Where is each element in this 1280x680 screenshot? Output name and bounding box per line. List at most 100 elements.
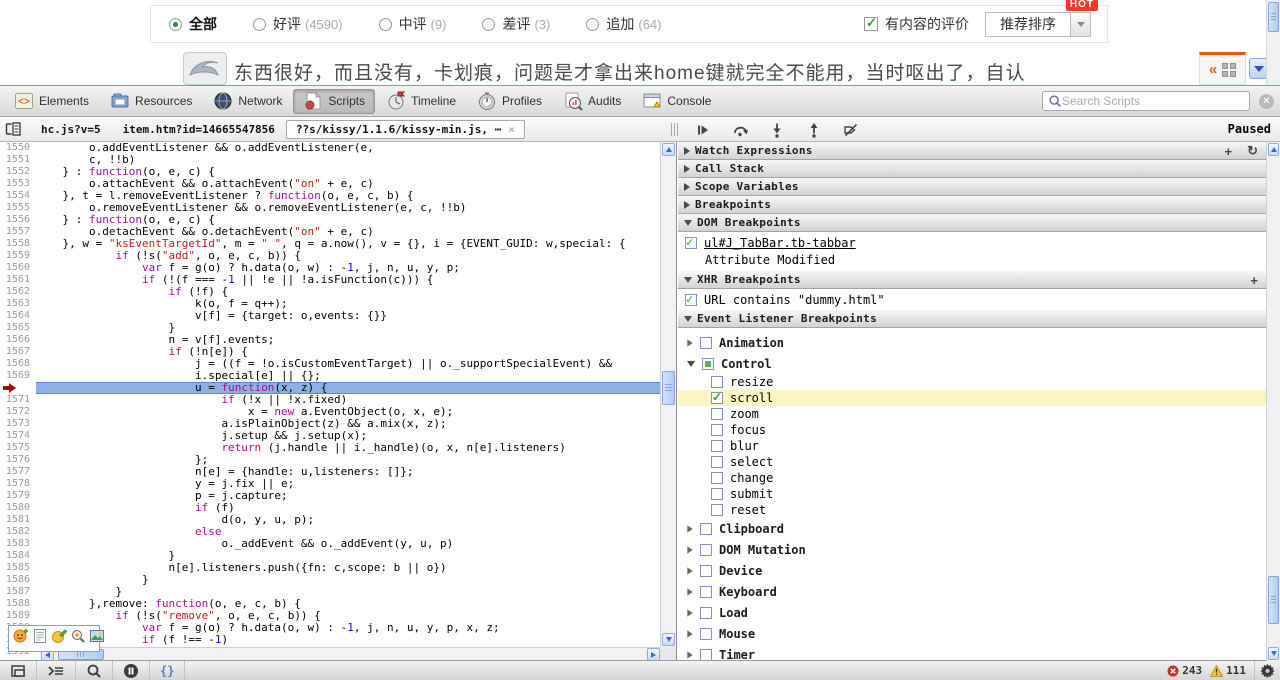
chevron-right-icon[interactable] (687, 546, 692, 553)
file-tab-hc-js-v-5[interactable]: hc.js?v=5 (30, 120, 112, 139)
scroll-down-icon[interactable] (662, 633, 675, 646)
checkbox[interactable] (702, 358, 714, 370)
file-navigator-icon[interactable] (5, 121, 21, 137)
tab-network[interactable]: Network (203, 89, 292, 114)
add-xhr-breakpoint-button[interactable]: + (1250, 273, 1258, 288)
sidebar-scrollbar[interactable] (1266, 142, 1280, 661)
xhr-breakpoint-item[interactable]: URL contains "dummy.html" (678, 291, 1280, 308)
line-number-gutter[interactable]: 1580 (0, 502, 36, 514)
resume-button[interactable] (684, 119, 721, 140)
line-number-gutter[interactable]: 1583 (0, 538, 36, 550)
tab-resources[interactable]: Resources (100, 89, 202, 114)
section-xhr-breakpoints[interactable]: XHR Breakpoints + (678, 271, 1280, 289)
chevron-right-icon[interactable] (687, 588, 692, 595)
event-category-mouse[interactable]: Mouse (678, 623, 1280, 644)
line-number-gutter[interactable]: 1586 (0, 574, 36, 586)
filter-option-4[interactable]: 追加(64) (586, 14, 661, 34)
chevron-right-icon[interactable] (687, 651, 692, 658)
event-resize[interactable]: resize (678, 374, 1280, 390)
checkbox[interactable] (711, 488, 723, 500)
checkbox[interactable] (685, 294, 697, 306)
line-number-gutter[interactable]: 1581 (0, 514, 36, 526)
close-icon[interactable]: × (1259, 94, 1274, 109)
section-call-stack[interactable]: Call Stack (678, 160, 1280, 178)
error-icon[interactable] (1167, 665, 1179, 677)
event-change[interactable]: change (678, 470, 1280, 486)
line-number-gutter[interactable]: 1587 (0, 586, 36, 598)
chevron-right-icon[interactable] (687, 630, 692, 637)
line-number-gutter[interactable]: 1551 (0, 154, 36, 166)
checkbox[interactable] (700, 337, 712, 349)
event-select[interactable]: select (678, 454, 1280, 470)
search-input[interactable] (1062, 94, 1244, 108)
search-box[interactable] (1042, 91, 1250, 111)
checkbox[interactable] (711, 392, 723, 404)
section-watch-expressions[interactable]: Watch Expressions +↻ (678, 142, 1280, 160)
line-number-gutter[interactable]: 1563 (0, 298, 36, 310)
sort-dropdown[interactable]: 推荐排序 HOT (985, 12, 1091, 37)
line-number-gutter[interactable]: 1582 (0, 526, 36, 538)
line-number-gutter[interactable]: 1564 (0, 310, 36, 322)
smiley-add-icon[interactable] (13, 628, 29, 649)
line-number-gutter[interactable]: 1588 (0, 598, 36, 610)
filter-option-2[interactable]: 中评(9) (379, 14, 447, 34)
line-number-gutter[interactable]: 1557 (0, 226, 36, 238)
file-tab-item-htm-id-14665547856[interactable]: item.htm?id=14665547856 (112, 120, 286, 139)
checkbox[interactable] (700, 586, 712, 598)
event-category-control[interactable]: Control (678, 353, 1280, 374)
step-over-button[interactable] (721, 119, 758, 140)
scroll-down-icon[interactable] (1268, 647, 1279, 660)
tab-profiles[interactable]: Profiles (467, 89, 552, 114)
tab-audits[interactable]: Audits (553, 89, 631, 114)
file-tab--s-kissy-1-1-6-kissy-min-js-[interactable]: ??s/kissy/1.1.6/kissy-min.js, ⋯× (286, 120, 525, 139)
checkbox[interactable] (711, 424, 723, 436)
line-number-gutter[interactable]: 1554 (0, 190, 36, 202)
note-icon[interactable] (32, 628, 48, 649)
checkbox[interactable] (700, 523, 712, 535)
line-number-gutter[interactable]: 1560 (0, 262, 36, 274)
chevron-right-icon[interactable] (687, 609, 692, 616)
line-number-gutter[interactable]: 1567 (0, 346, 36, 358)
line-number-gutter[interactable]: 1566 (0, 334, 36, 346)
dom-breakpoint-target[interactable]: ul#J_TabBar.tb-tabbar (704, 236, 856, 250)
dock-button[interactable] (0, 661, 37, 680)
section-scope-variables[interactable]: Scope Variables (678, 178, 1280, 196)
checkbox[interactable] (711, 504, 723, 516)
chevron-down-icon[interactable] (687, 361, 695, 367)
line-number-gutter[interactable]: 1574 (0, 430, 36, 442)
warning-count[interactable]: 111 (1226, 664, 1246, 677)
checkbox[interactable] (700, 649, 712, 661)
editor-horizontal-scrollbar[interactable] (40, 647, 661, 661)
line-number-gutter[interactable]: 1558 (0, 238, 36, 250)
section-event-listener-breakpoints[interactable]: Event Listener Breakpoints (678, 310, 1280, 328)
add-watch-button[interactable]: + (1225, 144, 1233, 159)
checkbox[interactable] (700, 628, 712, 640)
filter-option-3[interactable]: 差评(3) (482, 14, 550, 34)
line-number-gutter[interactable]: 1575 (0, 442, 36, 454)
refresh-icon[interactable]: ↻ (1247, 143, 1258, 159)
line-number-gutter[interactable]: 1562 (0, 286, 36, 298)
image-icon[interactable] (89, 628, 105, 649)
warning-icon[interactable] (1210, 665, 1223, 677)
line-number-gutter[interactable]: 1552 (0, 166, 36, 178)
line-number-gutter[interactable]: 1576 (0, 454, 36, 466)
scrollbar-thumb[interactable] (1268, 576, 1279, 624)
scrollbar-thumb[interactable] (1268, 2, 1279, 32)
grid-icon[interactable] (1222, 63, 1236, 77)
section-breakpoints[interactable]: Breakpoints (678, 196, 1280, 214)
editor-vertical-scrollbar[interactable] (660, 142, 676, 647)
line-number-gutter[interactable]: 1585 (0, 562, 36, 574)
line-number-gutter[interactable]: 1561 (0, 274, 36, 286)
line-number-gutter[interactable]: 1571 (0, 394, 36, 406)
checkbox[interactable] (711, 440, 723, 452)
line-number-gutter[interactable]: 1569 (0, 370, 36, 382)
deactivate-breakpoints-button[interactable] (832, 119, 869, 140)
pause-on-exceptions-button[interactable] (113, 661, 150, 680)
scrollbar-thumb[interactable] (662, 371, 675, 405)
event-category-timer[interactable]: Timer (678, 644, 1280, 661)
checkbox[interactable] (700, 544, 712, 556)
line-number-gutter[interactable]: 1589 (0, 610, 36, 622)
tab-elements[interactable]: <>Elements (4, 89, 99, 114)
content-filter-checkbox[interactable] (864, 17, 878, 31)
checkbox[interactable] (685, 237, 697, 249)
